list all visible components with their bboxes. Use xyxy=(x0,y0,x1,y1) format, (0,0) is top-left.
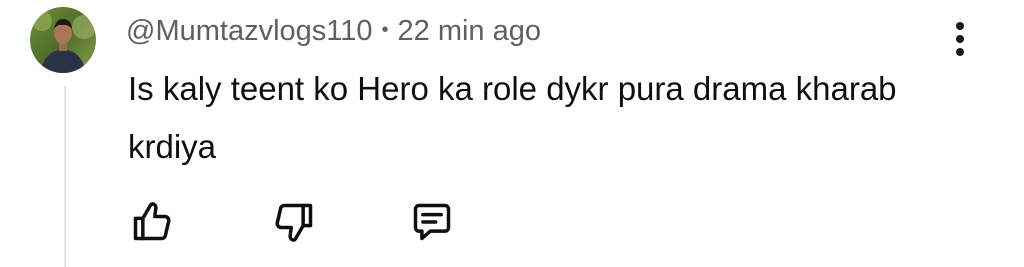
thread-line xyxy=(64,86,66,267)
reply-button[interactable] xyxy=(408,198,456,246)
meta-separator: • xyxy=(381,18,389,41)
avatar-photo xyxy=(30,7,96,73)
comment-meta: @Mumtazvlogs110 • 22 min ago xyxy=(126,13,541,49)
reply-comment-icon xyxy=(413,203,451,241)
more-vert-icon-dot xyxy=(956,35,964,43)
comment-timestamp: 22 min ago xyxy=(397,14,542,47)
thumb-down-icon xyxy=(275,203,313,242)
comment-text: Is kaly teent ko Hero ka role dykr pura … xyxy=(128,70,897,165)
comment-author[interactable]: @Mumtazvlogs110 xyxy=(126,15,373,48)
more-vert-icon-dot xyxy=(956,48,964,56)
dislike-button[interactable] xyxy=(270,198,318,246)
more-vert-icon xyxy=(956,22,964,30)
like-button[interactable] xyxy=(128,198,176,246)
thumb-up-icon xyxy=(133,202,171,241)
more-options-button[interactable] xyxy=(940,16,980,62)
avatar[interactable] xyxy=(30,7,96,73)
